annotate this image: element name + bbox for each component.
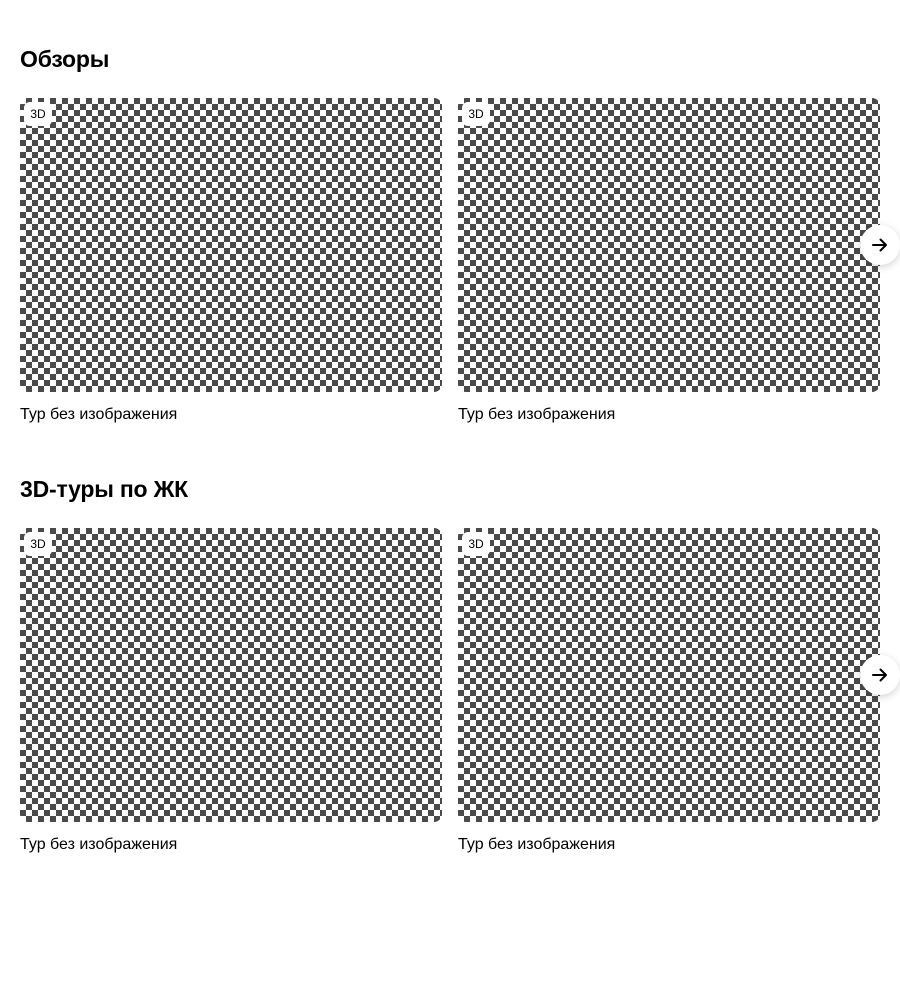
carousel-next-button[interactable] bbox=[860, 655, 900, 695]
page: Обзоры 3D Тур без изображения 3D Тур без… bbox=[0, 0, 900, 1000]
3d-badge: 3D bbox=[24, 532, 52, 556]
3d-badge: 3D bbox=[24, 102, 52, 126]
arrow-right-icon bbox=[871, 236, 889, 254]
tour-caption[interactable]: Тур без изображения bbox=[458, 834, 880, 856]
section-title: 3D-туры по ЖК bbox=[20, 476, 189, 502]
tour-card[interactable]: 3D Тур без изображения bbox=[20, 98, 442, 426]
arrow-right-icon bbox=[871, 666, 889, 684]
tour-thumbnail-placeholder[interactable]: 3D bbox=[20, 528, 442, 822]
reviews-section: Обзоры 3D Тур без изображения 3D Тур без… bbox=[20, 40, 900, 438]
complex-tours-section: 3D-туры по ЖК 3D Тур без изображения 3D … bbox=[20, 470, 900, 868]
3d-badge: 3D bbox=[462, 102, 490, 126]
tour-card[interactable]: 3D Тур без изображения bbox=[458, 528, 880, 856]
tours-carousel: 3D Тур без изображения 3D Тур без изобра… bbox=[20, 528, 900, 868]
section-title: Обзоры bbox=[20, 46, 110, 72]
tour-card[interactable]: 3D Тур без изображения bbox=[20, 528, 442, 856]
tour-thumbnail-placeholder[interactable]: 3D bbox=[458, 528, 880, 822]
tour-caption[interactable]: Тур без изображения bbox=[20, 404, 442, 426]
tour-thumbnail-placeholder[interactable]: 3D bbox=[20, 98, 442, 392]
tour-thumbnail-placeholder[interactable]: 3D bbox=[458, 98, 880, 392]
tours-carousel: 3D Тур без изображения 3D Тур без изобра… bbox=[20, 98, 900, 438]
tour-caption[interactable]: Тур без изображения bbox=[458, 404, 880, 426]
tour-caption[interactable]: Тур без изображения bbox=[20, 834, 442, 856]
tour-card[interactable]: 3D Тур без изображения bbox=[458, 98, 880, 426]
carousel-next-button[interactable] bbox=[860, 225, 900, 265]
3d-badge: 3D bbox=[462, 532, 490, 556]
